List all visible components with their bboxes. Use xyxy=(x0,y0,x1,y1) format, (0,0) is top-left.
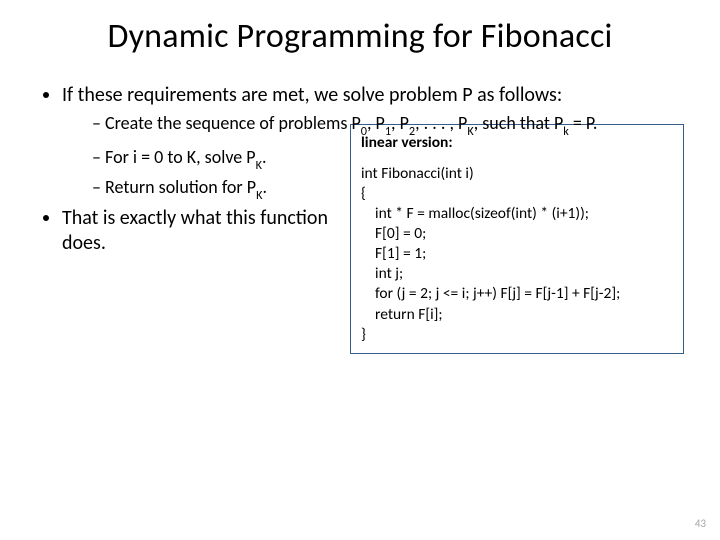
contlist: For i = 0 to K, solve PK. Return solutio… xyxy=(36,146,336,202)
l1: int Fibonacci(int i) xyxy=(361,164,474,183)
bullet-1: If these requirements are met, we solve … xyxy=(62,83,684,138)
sub-K2: K xyxy=(256,158,262,173)
bullet-1-text: If these requirements are met, we solve … xyxy=(62,83,562,107)
slide-content: If these requirements are met, we solve … xyxy=(0,57,720,354)
code-body: int Fibonacci(int i) { int * F = malloc(… xyxy=(361,164,673,345)
t: , P xyxy=(391,112,409,134)
cont: For i = 0 to K, solve PK. Return solutio… xyxy=(62,146,336,202)
sub-1s: 1 xyxy=(385,124,391,139)
bullet-list: If these requirements are met, we solve … xyxy=(36,83,684,138)
sub-K: K xyxy=(467,124,473,139)
sub-2: For i = 0 to K, solve PK. xyxy=(92,146,336,172)
t: Create the sequence of problems P xyxy=(105,112,361,134)
sub-cont: For i = 0 to K, solve PK. Return solutio… xyxy=(62,146,336,202)
sub-2s: 2 xyxy=(409,124,415,139)
l2: { xyxy=(361,184,366,203)
t: , . . . , P xyxy=(415,112,467,134)
slide-title: Dynamic Programming for Fibonacci xyxy=(0,0,720,57)
t: . xyxy=(262,146,267,168)
t: For i = 0 to K, solve P xyxy=(105,146,256,168)
l3: int * F = malloc(sizeof(int) * (i+1)); xyxy=(361,204,589,223)
code-box: linear version: int Fibonacci(int i) { i… xyxy=(350,124,684,353)
slide: Dynamic Programming for Fibonacci If the… xyxy=(0,0,720,540)
sub-3: Return solution for PK. xyxy=(92,176,336,202)
l7: for (j = 2; j <= i; j++) F[j] = F[j-1] +… xyxy=(361,284,620,303)
lower-left: For i = 0 to K, solve PK. Return solutio… xyxy=(36,142,336,260)
t: . xyxy=(262,176,267,198)
sub-K3: K xyxy=(256,188,262,203)
l8: return F[i]; xyxy=(361,305,443,324)
bullet-2: That is exactly what this function does. xyxy=(62,206,336,256)
page-number: 43 xyxy=(695,517,706,530)
l6: int j; xyxy=(361,264,403,283)
t: , such that P xyxy=(474,112,564,134)
sub-0: 0 xyxy=(361,124,367,139)
l4: F[0] = 0; xyxy=(361,224,426,243)
bullet-1-sublist: Create the sequence of problems P0, P1, … xyxy=(62,112,684,138)
sub-k: k xyxy=(563,124,569,139)
lower-row: For i = 0 to K, solve PK. Return solutio… xyxy=(36,142,684,353)
l5: F[1] = 1; xyxy=(361,244,426,263)
bullet-2-list: That is exactly what this function does. xyxy=(36,206,336,256)
sub-1: Create the sequence of problems P0, P1, … xyxy=(92,112,684,138)
t: Return solution for P xyxy=(105,176,256,198)
t: , P xyxy=(367,112,385,134)
l9: } xyxy=(361,325,366,344)
t: = P. xyxy=(569,112,598,134)
